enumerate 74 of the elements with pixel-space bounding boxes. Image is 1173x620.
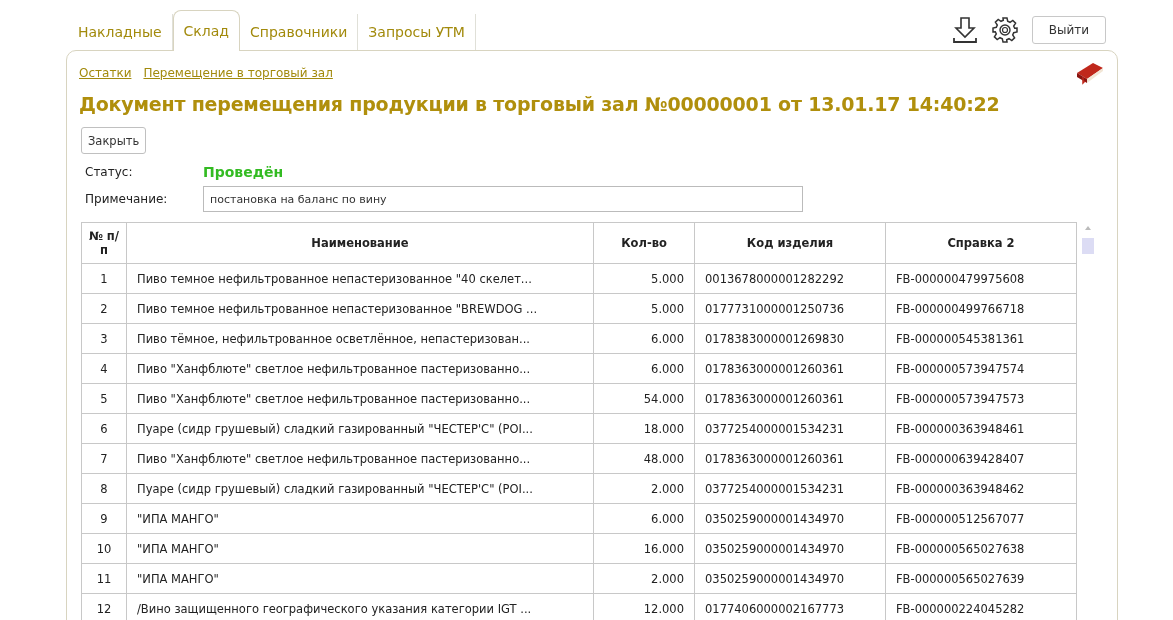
table-cell: FB-000000363948462 <box>885 473 1077 504</box>
logout-button[interactable]: Выйти <box>1032 16 1106 44</box>
table-cell: 5.000 <box>593 263 695 294</box>
table-cell: FB-000000363948461 <box>885 413 1077 444</box>
table-cell: Пиво "Ханфблюте" светлое нефильтрованное пастеризованно... <box>126 443 594 474</box>
download-icon[interactable] <box>952 16 978 44</box>
table-cell: 54.000 <box>593 383 695 414</box>
table-cell: 0350259000001434970 <box>694 563 886 594</box>
table-cell: 12 <box>81 593 127 620</box>
column-header: Код изделия <box>694 222 886 264</box>
column-header: Справка 2 <box>885 222 1077 264</box>
note-label: Примечание: <box>85 192 169 206</box>
table-cell: 0013678000001282292 <box>694 263 886 294</box>
table-cell: 16.000 <box>593 533 695 564</box>
document-title: Документ перемещения продукции в торговый зал №00000001 от 13.01.17 14:40:22 <box>79 93 1001 115</box>
book-icon[interactable] <box>1075 61 1105 85</box>
table-cell: 5.000 <box>593 293 695 324</box>
table-cell: 18.000 <box>593 413 695 444</box>
table-cell: 10 <box>81 533 127 564</box>
table-cell: 2.000 <box>593 563 695 594</box>
table-cell: Пуаре (сидр грушевый) сладкий газированный "ЧЕСТЕР'С" (POI... <box>126 413 594 444</box>
breadcrumb-link[interactable]: Остатки <box>79 66 132 80</box>
table-cell: FB-000000573947574 <box>885 353 1077 384</box>
table-cell: 0177731000001250736 <box>694 293 886 324</box>
note-field[interactable]: постановка на баланс по вину <box>203 186 803 212</box>
table-cell: 4 <box>81 353 127 384</box>
table-cell: FB-000000545381361 <box>885 323 1077 354</box>
table-cell: Пиво "Ханфблюте" светлое нефильтрованное пастеризованно... <box>126 353 594 384</box>
table-cell: 0178363000001260361 <box>694 353 886 384</box>
table-cell: 5 <box>81 383 127 414</box>
table-cell: FB-000000565027638 <box>885 533 1077 564</box>
table-cell: 0350259000001434970 <box>694 503 886 534</box>
table-cell: FB-000000479975608 <box>885 263 1077 294</box>
column-header: Кол-во <box>593 222 695 264</box>
table-cell: 0377254000001534231 <box>694 413 886 444</box>
settings-icon[interactable] <box>992 17 1018 43</box>
table-cell: 6.000 <box>593 503 695 534</box>
column-header: Наименование <box>126 222 594 264</box>
table-cell: "ИПА МАНГО" <box>126 533 594 564</box>
table-cell: FB-000000499766718 <box>885 293 1077 324</box>
table-cell: 11 <box>81 563 127 594</box>
table-cell: 0350259000001434970 <box>694 533 886 564</box>
table-cell: 3 <box>81 323 127 354</box>
table-cell: FB-000000512567077 <box>885 503 1077 534</box>
breadcrumb-link[interactable]: Перемещение в торговый зал <box>143 66 333 80</box>
table-cell: FB-000000565027639 <box>885 563 1077 594</box>
table-cell: 0178363000001260361 <box>694 383 886 414</box>
table-cell: Пиво "Ханфблюте" светлое нефильтрованное пастеризованно... <box>126 383 594 414</box>
table-cell: FB-000000573947573 <box>885 383 1077 414</box>
table-cell: 2.000 <box>593 473 695 504</box>
table-cell: 6.000 <box>593 353 695 384</box>
table-cell: 7 <box>81 443 127 474</box>
table-cell: "ИПА МАНГО" <box>126 563 594 594</box>
table-cell: 48.000 <box>593 443 695 474</box>
table-cell: 6.000 <box>593 323 695 354</box>
table-cell: 6 <box>81 413 127 444</box>
table-cell: Пиво тёмное, нефильтрованное осветлённое, непастеризован... <box>126 323 594 354</box>
table-cell: FB-000000639428407 <box>885 443 1077 474</box>
table-cell: 0178383000001269830 <box>694 323 886 354</box>
status-label: Статус: <box>85 165 134 179</box>
status-value: Проведён <box>203 164 285 180</box>
tab[interactable]: Склад <box>172 10 241 51</box>
table-cell: "ИПА МАНГО" <box>126 503 594 534</box>
table-cell: 0377254000001534231 <box>694 473 886 504</box>
table-cell: 2 <box>81 293 127 324</box>
column-header: № п/п <box>81 222 127 264</box>
table-cell: Пиво темное нефильтрованное непастеризованное "BREWDOG ... <box>126 293 594 324</box>
table-cell: 8 <box>81 473 127 504</box>
table-cell: Пиво темное нефильтрованное непастеризованное "40 скелет... <box>126 263 594 294</box>
table-cell: Пуаре (сидр грушевый) сладкий газированный "ЧЕСТЕР'С" (POI... <box>126 473 594 504</box>
table-cell: 9 <box>81 503 127 534</box>
table-cell: 1 <box>81 263 127 294</box>
table-cell: 0178363000001260361 <box>694 443 886 474</box>
close-button[interactable]: Закрыть <box>81 127 147 154</box>
